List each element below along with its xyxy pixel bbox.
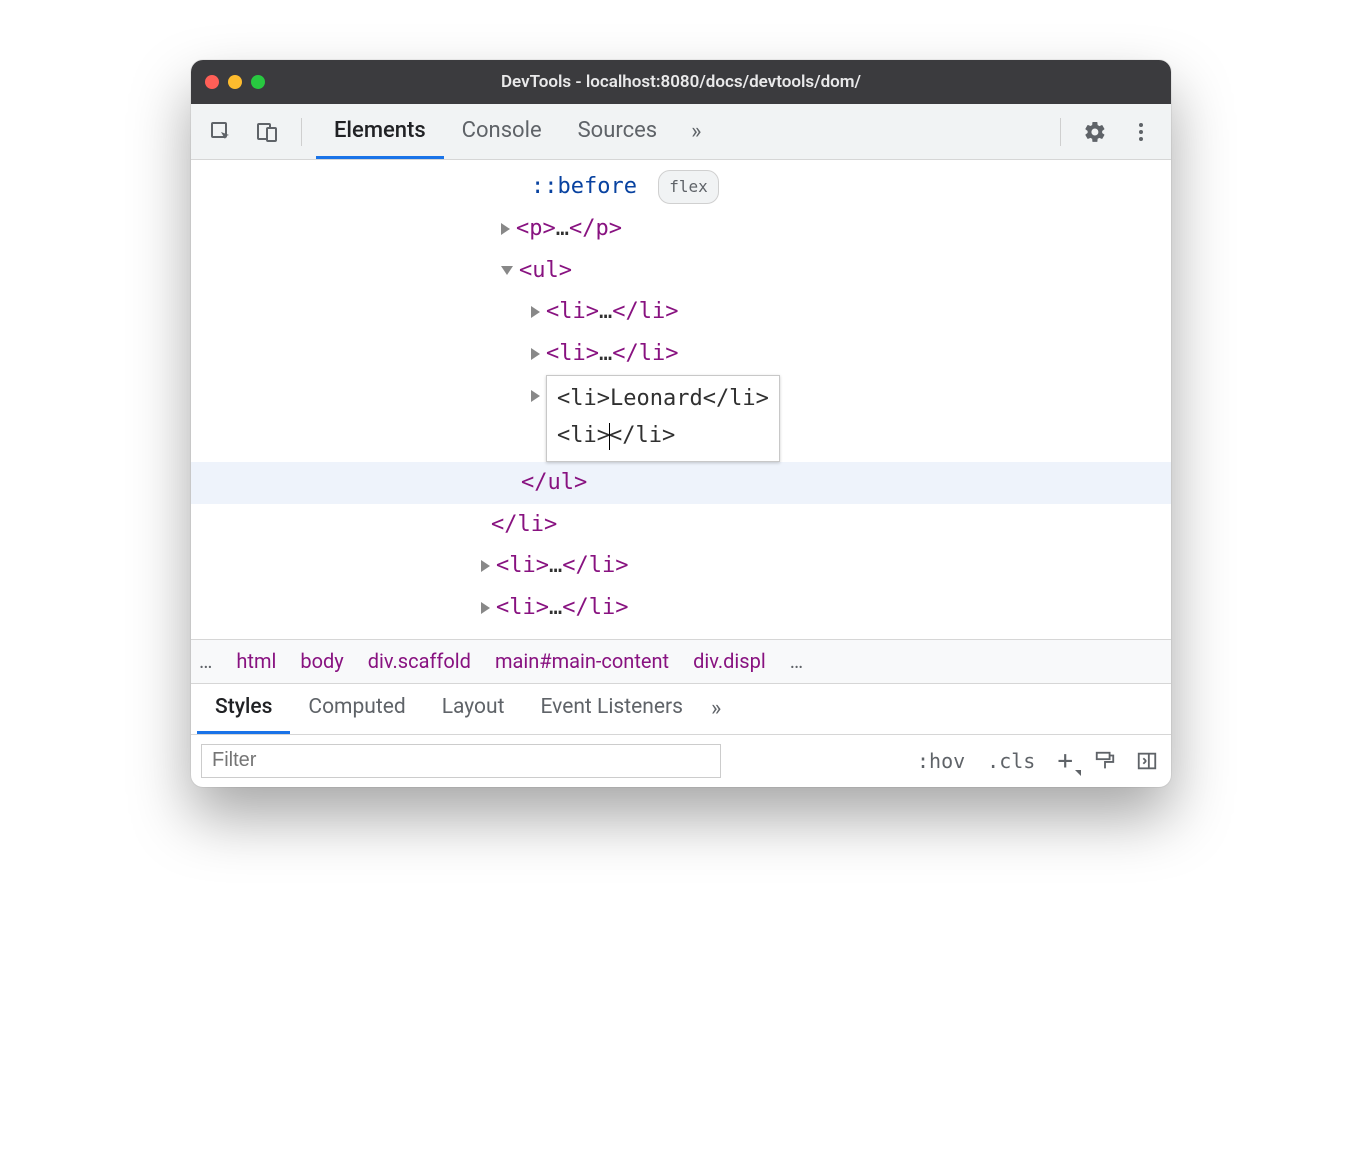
li-edit-row[interactable]: <li>Leonard</li> <li></li> bbox=[191, 375, 1171, 462]
inspect-element-icon[interactable] bbox=[201, 112, 241, 152]
subtabs-overflow-button[interactable]: » bbox=[701, 696, 731, 721]
computed-sidebar-toggle-icon[interactable] bbox=[1133, 747, 1161, 775]
breadcrumb-body[interactable]: body bbox=[300, 649, 343, 673]
p-collapsed-row[interactable]: <p>…</p> bbox=[191, 208, 1171, 250]
dom-breadcrumb: … html body div.scaffold main#main-conte… bbox=[191, 639, 1171, 683]
tabs-overflow-button[interactable]: » bbox=[681, 119, 711, 144]
tab-sources[interactable]: Sources bbox=[560, 104, 676, 159]
breadcrumb-ellipsis-right[interactable]: … bbox=[790, 649, 803, 673]
tab-console[interactable]: Console bbox=[444, 104, 560, 159]
toolbar-separator bbox=[1060, 118, 1061, 146]
main-toolbar: Elements Console Sources » bbox=[191, 104, 1171, 160]
li-close-row[interactable]: </li> bbox=[191, 504, 1171, 546]
li-collapsed-row[interactable]: <li>…</li> bbox=[191, 333, 1171, 375]
subtab-styles[interactable]: Styles bbox=[197, 684, 290, 734]
expand-arrow-icon[interactable] bbox=[531, 390, 540, 402]
tab-elements[interactable]: Elements bbox=[316, 104, 444, 159]
elements-dom-tree[interactable]: ::before flex <p>…</p> <ul> <li>…</li> <… bbox=[191, 160, 1171, 639]
new-style-rule-button[interactable]: + bbox=[1053, 748, 1077, 774]
close-window-button[interactable] bbox=[205, 75, 219, 89]
toolbar-separator bbox=[301, 118, 302, 146]
breadcrumb-ellipsis-left[interactable]: … bbox=[199, 649, 212, 673]
titlebar: DevTools - localhost:8080/docs/devtools/… bbox=[191, 60, 1171, 104]
subtab-event-listeners[interactable]: Event Listeners bbox=[522, 684, 700, 734]
breadcrumb-div-scaffold[interactable]: div.scaffold bbox=[368, 649, 471, 673]
ul-open-row[interactable]: <ul> bbox=[191, 250, 1171, 292]
li-collapsed-row[interactable]: <li>…</li> bbox=[191, 587, 1171, 629]
flex-badge[interactable]: flex bbox=[658, 170, 719, 204]
edit-html-box[interactable]: <li>Leonard</li> <li></li> bbox=[546, 375, 780, 462]
collapse-arrow-icon[interactable] bbox=[501, 266, 513, 275]
li-collapsed-row[interactable]: <li>…</li> bbox=[191, 545, 1171, 587]
styles-filter-input[interactable] bbox=[201, 744, 721, 778]
edit-line-2-close: </li> bbox=[609, 423, 675, 448]
breadcrumb-div-displ[interactable]: div.displ bbox=[693, 649, 766, 673]
edit-line-2-open: <li> bbox=[557, 423, 610, 448]
paint-format-icon[interactable] bbox=[1091, 747, 1119, 775]
device-mode-icon[interactable] bbox=[247, 112, 287, 152]
breadcrumb-main[interactable]: main#main-content bbox=[495, 649, 669, 673]
devtools-window: DevTools - localhost:8080/docs/devtools/… bbox=[191, 60, 1171, 787]
ul-close-row[interactable]: </ul> bbox=[191, 462, 1171, 504]
toggle-cls-button[interactable]: .cls bbox=[983, 749, 1039, 773]
more-menu-icon[interactable] bbox=[1121, 112, 1161, 152]
expand-arrow-icon[interactable] bbox=[501, 223, 510, 235]
expand-arrow-icon[interactable] bbox=[531, 348, 540, 360]
subtab-layout[interactable]: Layout bbox=[424, 684, 523, 734]
minimize-window-button[interactable] bbox=[228, 75, 242, 89]
edit-line-1: <li>Leonard</li> bbox=[557, 386, 769, 411]
expand-arrow-icon[interactable] bbox=[481, 560, 490, 572]
pseudo-before-row[interactable]: ::before flex bbox=[191, 166, 1171, 208]
breadcrumb-html[interactable]: html bbox=[236, 649, 276, 673]
toggle-hov-button[interactable]: :hov bbox=[913, 749, 969, 773]
settings-gear-icon[interactable] bbox=[1075, 112, 1115, 152]
traffic-lights bbox=[205, 75, 265, 89]
subtab-computed[interactable]: Computed bbox=[290, 684, 423, 734]
expand-arrow-icon[interactable] bbox=[531, 306, 540, 318]
maximize-window-button[interactable] bbox=[251, 75, 265, 89]
styles-toolbar: :hov .cls + bbox=[191, 735, 1171, 787]
pseudo-element-label: ::before bbox=[531, 174, 637, 199]
panel-tabs: Elements Console Sources bbox=[316, 104, 675, 159]
window-title: DevTools - localhost:8080/docs/devtools/… bbox=[191, 72, 1171, 92]
expand-arrow-icon[interactable] bbox=[481, 602, 490, 614]
styles-tabs: Styles Computed Layout Event Listeners » bbox=[191, 683, 1171, 735]
li-collapsed-row[interactable]: <li>…</li> bbox=[191, 291, 1171, 333]
